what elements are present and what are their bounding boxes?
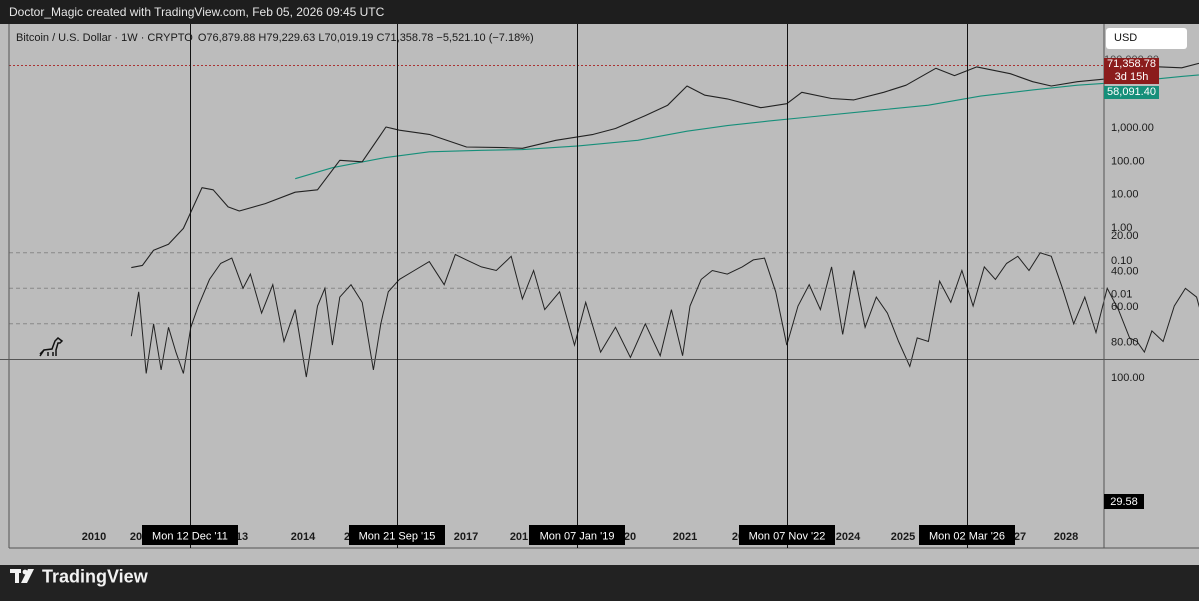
chart-background [0,24,1199,565]
time-axis-tick: 201 [510,531,528,543]
time-axis-tick: 2024 [836,531,861,543]
time-axis-tick: 2014 [291,531,316,543]
moving-average-badge: 58,091.40 [1104,86,1159,99]
price-axis-tick: 0.01 [1111,289,1132,301]
chart-canvas[interactable]: 1,000.00100.0010.001.000.100.01 100.0080… [0,0,1199,601]
time-axis-tick: 2021 [673,531,697,543]
oscillator-axis-tick: 100.00 [1111,372,1145,384]
time-axis-tick: 2028 [1054,531,1078,543]
time-axis-tick: 2025 [891,531,915,543]
crosshair-date-label: Mon 07 Jan '19 [540,531,615,543]
crosshair-date-label: Mon 02 Mar '26 [929,531,1005,543]
time-axis-tick: 2017 [454,531,478,543]
symbol-legend: Bitcoin / U.S. Dollar · 1W · CRYPTO O76,8… [16,32,534,44]
crosshair-date-label: Mon 21 Sep '15 [359,531,436,543]
price-axis-tick: 10.00 [1111,189,1139,201]
last-price-badge: 71,358.78 3d 15h [1104,58,1159,84]
crosshair-date-label: Mon 12 Dec '11 [152,531,228,543]
bar-countdown: 3d 15h [1114,71,1149,83]
oscillator-value-label: 29.58 [1110,496,1138,508]
oscillator-axis-tick: 20.00 [1111,230,1139,242]
oscillator-axis-tick: 40.00 [1111,266,1139,278]
price-axis-tick: 1,000.00 [1111,122,1154,134]
crosshair-date-label: Mon 07 Nov '22 [749,531,826,543]
oscillator-axis-tick: 60.00 [1111,301,1139,313]
tradingview-wordmark: TradingView [42,566,148,587]
time-axis-tick: 20 [130,531,142,543]
currency-button[interactable]: USD [1106,28,1187,49]
last-price-value: 71,358.78 [1107,58,1156,70]
time-axis-tick: 2010 [82,531,106,543]
tradingview-icon [10,569,34,584]
price-axis-tick: 100.00 [1111,155,1145,167]
time-axis-tick: 27 [1014,531,1026,543]
tradingview-logo[interactable]: TradingView [10,564,148,586]
oscillator-axis-tick: 80.00 [1111,337,1139,349]
